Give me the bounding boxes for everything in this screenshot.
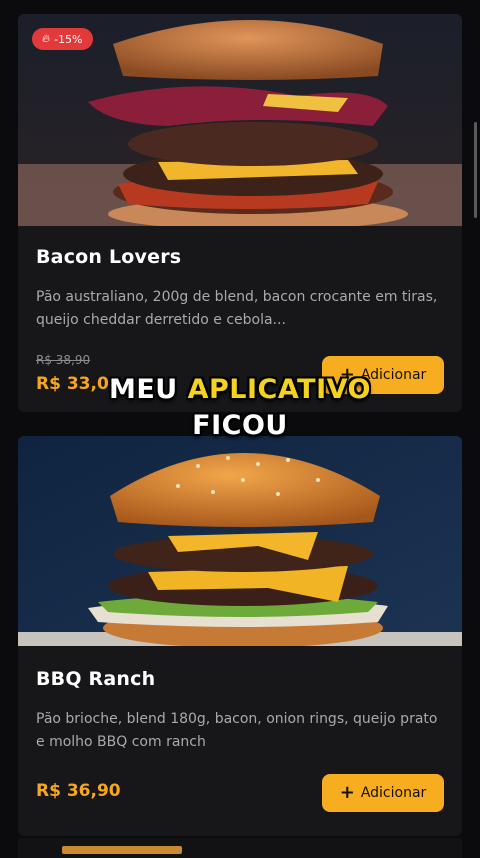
caption-line-1: MEU APLICATIVO [0, 374, 480, 405]
plus-icon: + [339, 782, 355, 803]
product-card-bacon-lovers[interactable]: 🔥︎ -15% Bacon Lovers Pão australiano, 20… [18, 14, 462, 412]
add-button[interactable]: + Adicionar [322, 774, 444, 812]
product-old-price: R$ 38,90 [36, 353, 91, 367]
caption-line-2: FICOU [192, 410, 288, 441]
product-price: R$ 36,90 [36, 781, 121, 801]
product-description: Pão australiano, 200g de blend, bacon cr… [36, 289, 438, 328]
product-title: Bacon Lovers [36, 246, 182, 268]
product-card-bbq-ranch[interactable]: BBQ Ranch Pão brioche, blend 180g, bacon… [18, 436, 462, 836]
discount-badge: 🔥︎ -15% [32, 28, 93, 50]
product-description: Pão brioche, blend 180g, bacon, onion ri… [36, 711, 438, 750]
discount-badge-label: -15% [54, 32, 83, 46]
product-title: BBQ Ranch [36, 668, 156, 690]
caption-word-white: MEU [108, 374, 178, 405]
scrollbar[interactable] [474, 122, 477, 218]
flame-icon: 🔥︎ [42, 32, 51, 45]
caption-word-highlight: APLICATIVO [187, 374, 372, 405]
add-button-label: Adicionar [360, 785, 427, 801]
next-product-image [62, 846, 182, 854]
product-image-bbq-ranch [18, 436, 462, 646]
